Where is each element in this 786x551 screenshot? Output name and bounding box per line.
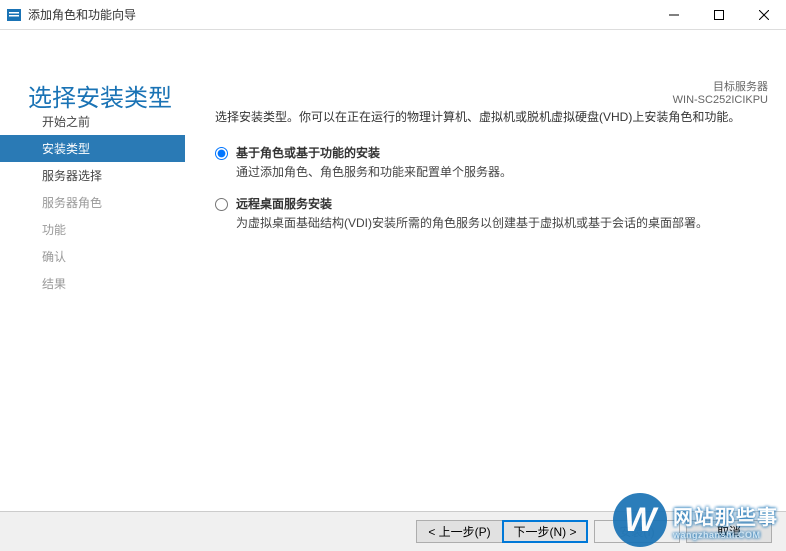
window-controls <box>651 0 786 30</box>
option-role-based-title: 基于角色或基于功能的安装 <box>236 144 766 161</box>
nav-before-you-begin[interactable]: 开始之前 <box>0 108 185 135</box>
maximize-button[interactable] <box>696 0 741 30</box>
radio-role-based[interactable] <box>215 147 228 160</box>
option-role-based[interactable]: 基于角色或基于功能的安装 通过添加角色、角色服务和功能来配置单个服务器。 <box>215 144 766 181</box>
nav-button-pair: < 上一步(P) 下一步(N) > <box>416 520 588 543</box>
option-remote-desktop-desc: 为虚拟桌面基础结构(VDI)安装所需的角色服务以创建基于虚拟机或基于会话的桌面部… <box>236 214 766 232</box>
option-remote-desktop[interactable]: 远程桌面服务安装 为虚拟桌面基础结构(VDI)安装所需的角色服务以创建基于虚拟机… <box>215 195 766 232</box>
nav-server-roles: 服务器角色 <box>0 189 185 216</box>
close-button[interactable] <box>741 0 786 30</box>
intro-text: 选择安装类型。你可以在正在运行的物理计算机、虚拟机或脱机虚拟硬盘(VHD)上安装… <box>215 108 766 126</box>
radio-remote-desktop[interactable] <box>215 198 228 211</box>
footer-buttons: < 上一步(P) 下一步(N) > 安装(I) 取消 <box>0 511 786 551</box>
header-area: 选择安装类型 目标服务器 WIN-SC252ICIKPU <box>0 30 786 100</box>
nav-results: 结果 <box>0 270 185 297</box>
window-titlebar: 添加角色和功能向导 <box>0 0 786 30</box>
option-role-based-desc: 通过添加角色、角色服务和功能来配置单个服务器。 <box>236 163 766 181</box>
app-icon <box>6 7 22 23</box>
minimize-button[interactable] <box>651 0 696 30</box>
nav-confirmation: 确认 <box>0 243 185 270</box>
wizard-sidebar: 开始之前 安装类型 服务器选择 服务器角色 功能 确认 结果 <box>0 100 185 511</box>
nav-server-selection[interactable]: 服务器选择 <box>0 162 185 189</box>
next-button[interactable]: 下一步(N) > <box>502 520 588 543</box>
window-title: 添加角色和功能向导 <box>28 6 651 23</box>
previous-button[interactable]: < 上一步(P) <box>416 520 502 543</box>
body-area: 开始之前 安装类型 服务器选择 服务器角色 功能 确认 结果 选择安装类型。你可… <box>0 100 786 511</box>
option-remote-desktop-title: 远程桌面服务安装 <box>236 195 766 212</box>
install-button: 安装(I) <box>594 520 680 543</box>
nav-features: 功能 <box>0 216 185 243</box>
main-panel: 选择安装类型。你可以在正在运行的物理计算机、虚拟机或脱机虚拟硬盘(VHD)上安装… <box>185 100 786 511</box>
target-server-label: 目标服务器 <box>673 78 768 94</box>
nav-installation-type[interactable]: 安装类型 <box>0 135 185 162</box>
cancel-button[interactable]: 取消 <box>686 520 772 543</box>
